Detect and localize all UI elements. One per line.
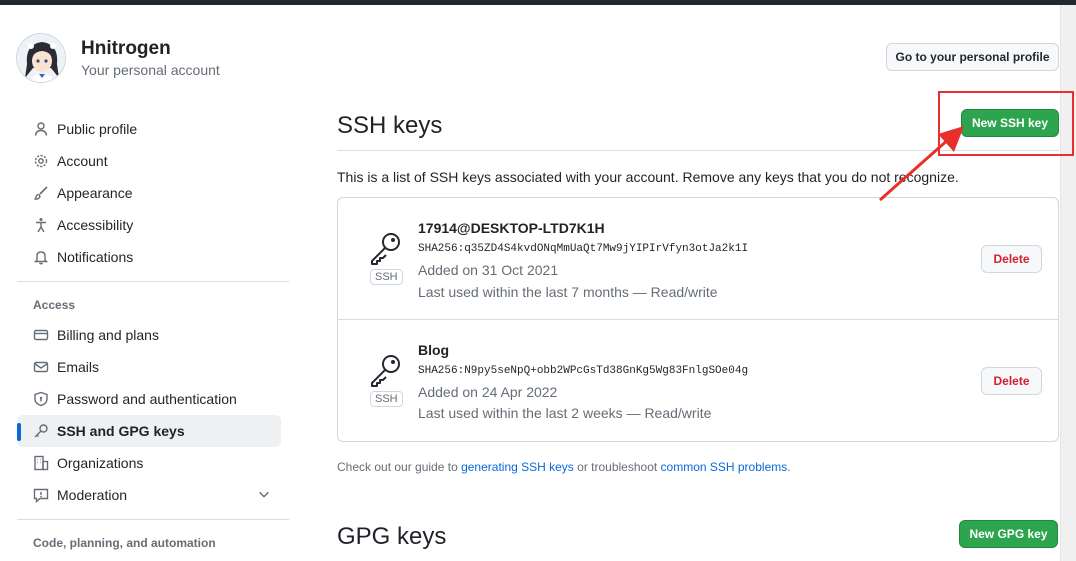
sidebar-item-label: Organizations bbox=[57, 455, 144, 471]
avatar[interactable] bbox=[16, 33, 66, 83]
key-fingerprint: SHA256:q35ZD4S4kvdONqMmUaQt7Mw9jYIPIrVfy… bbox=[418, 243, 749, 255]
account-username: Hnitrogen bbox=[81, 38, 171, 59]
go-to-profile-button[interactable]: Go to your personal profile bbox=[886, 43, 1059, 71]
sidebar-item-label: Notifications bbox=[57, 249, 134, 265]
ssh-badge: SSH bbox=[370, 391, 403, 407]
gear-icon bbox=[33, 153, 49, 169]
generating-ssh-keys-link[interactable]: generating SSH keys bbox=[461, 460, 574, 474]
new-gpg-key-button[interactable]: New GPG key bbox=[959, 520, 1058, 548]
key-icon bbox=[33, 423, 49, 439]
sidebar-item-billing[interactable]: Billing and plans bbox=[17, 319, 281, 351]
sidebar-heading-code: Code, planning, and automation bbox=[33, 536, 216, 550]
guide-prefix: Check out our guide to bbox=[337, 460, 462, 474]
ssh-badge: SSH bbox=[370, 269, 403, 285]
sidebar-item-accessibility[interactable]: Accessibility bbox=[17, 209, 281, 241]
sidebar-item-label: Billing and plans bbox=[57, 327, 159, 343]
gpg-keys-title: GPG keys bbox=[337, 523, 447, 550]
key-row-divider bbox=[338, 319, 1058, 320]
ssh-keys-title: SSH keys bbox=[337, 112, 443, 139]
sidebar-item-label: Appearance bbox=[57, 185, 133, 201]
delete-key-button[interactable]: Delete bbox=[981, 367, 1042, 395]
sidebar-divider bbox=[17, 281, 289, 282]
guide-suffix: . bbox=[787, 460, 791, 474]
sidebar-item-label: Emails bbox=[57, 359, 100, 375]
account-subtitle: Your personal account bbox=[81, 62, 220, 78]
scrollbar-track[interactable] bbox=[1060, 5, 1076, 561]
key-icon bbox=[369, 353, 403, 387]
chevron-down-icon[interactable] bbox=[257, 487, 271, 504]
key-added-date: Added on 31 Oct 2021 bbox=[418, 262, 559, 278]
sidebar-item-label: Account bbox=[57, 153, 108, 169]
sidebar-item-notifications[interactable]: Notifications bbox=[17, 241, 281, 273]
sidebar-heading-access: Access bbox=[33, 298, 76, 312]
bell-icon bbox=[33, 249, 49, 265]
annotation-arrow bbox=[879, 126, 964, 202]
guide-middle: or troubleshoot bbox=[573, 460, 661, 474]
sidebar-item-label: Password and authentication bbox=[57, 391, 237, 407]
key-last-used: Last used within the last 7 months — Rea… bbox=[418, 284, 718, 300]
common-ssh-problems-link[interactable]: common SSH problems bbox=[661, 460, 788, 474]
organization-icon bbox=[33, 455, 49, 471]
sidebar-item-organizations[interactable]: Organizations bbox=[17, 447, 281, 479]
sidebar-divider bbox=[17, 519, 289, 520]
key-icon bbox=[369, 231, 403, 265]
key-added-date: Added on 24 Apr 2022 bbox=[418, 384, 558, 400]
sidebar-item-ssh-gpg-keys[interactable]: SSH and GPG keys bbox=[17, 415, 281, 447]
accessibility-icon bbox=[33, 217, 49, 233]
sidebar-item-moderation[interactable]: Moderation bbox=[17, 479, 281, 511]
credit-card-icon bbox=[33, 327, 49, 343]
sidebar-item-label: Accessibility bbox=[57, 217, 134, 233]
sidebar-item-password[interactable]: Password and authentication bbox=[17, 383, 281, 415]
key-fingerprint: SHA256:N9py5seNpQ+obb2WPcGsTd38GnKg5Wg83… bbox=[418, 365, 749, 377]
delete-key-button[interactable]: Delete bbox=[981, 245, 1042, 273]
key-last-used: Last used within the last 2 weeks — Read… bbox=[418, 405, 712, 421]
sidebar-item-appearance[interactable]: Appearance bbox=[17, 177, 281, 209]
report-icon bbox=[33, 487, 49, 503]
sidebar-item-label: SSH and GPG keys bbox=[57, 423, 185, 439]
top-bar bbox=[0, 0, 1076, 5]
key-title: 17914@DESKTOP-LTD7K1H bbox=[418, 220, 605, 236]
key-title: Blog bbox=[418, 342, 450, 358]
paintbrush-icon bbox=[33, 185, 49, 201]
person-icon bbox=[33, 121, 49, 137]
sidebar-item-emails[interactable]: Emails bbox=[17, 351, 281, 383]
sidebar-item-label: Moderation bbox=[57, 487, 128, 503]
sidebar-item-label: Public profile bbox=[57, 121, 138, 137]
ssh-intro-text: This is a list of SSH keys associated wi… bbox=[337, 169, 959, 185]
shield-lock-icon bbox=[33, 391, 49, 407]
sidebar-item-account[interactable]: Account bbox=[17, 145, 281, 177]
ssh-guide-text: Check out our guide to generating SSH ke… bbox=[337, 460, 791, 474]
sidebar-item-public-profile[interactable]: Public profile bbox=[17, 113, 281, 145]
mail-icon bbox=[33, 359, 49, 375]
